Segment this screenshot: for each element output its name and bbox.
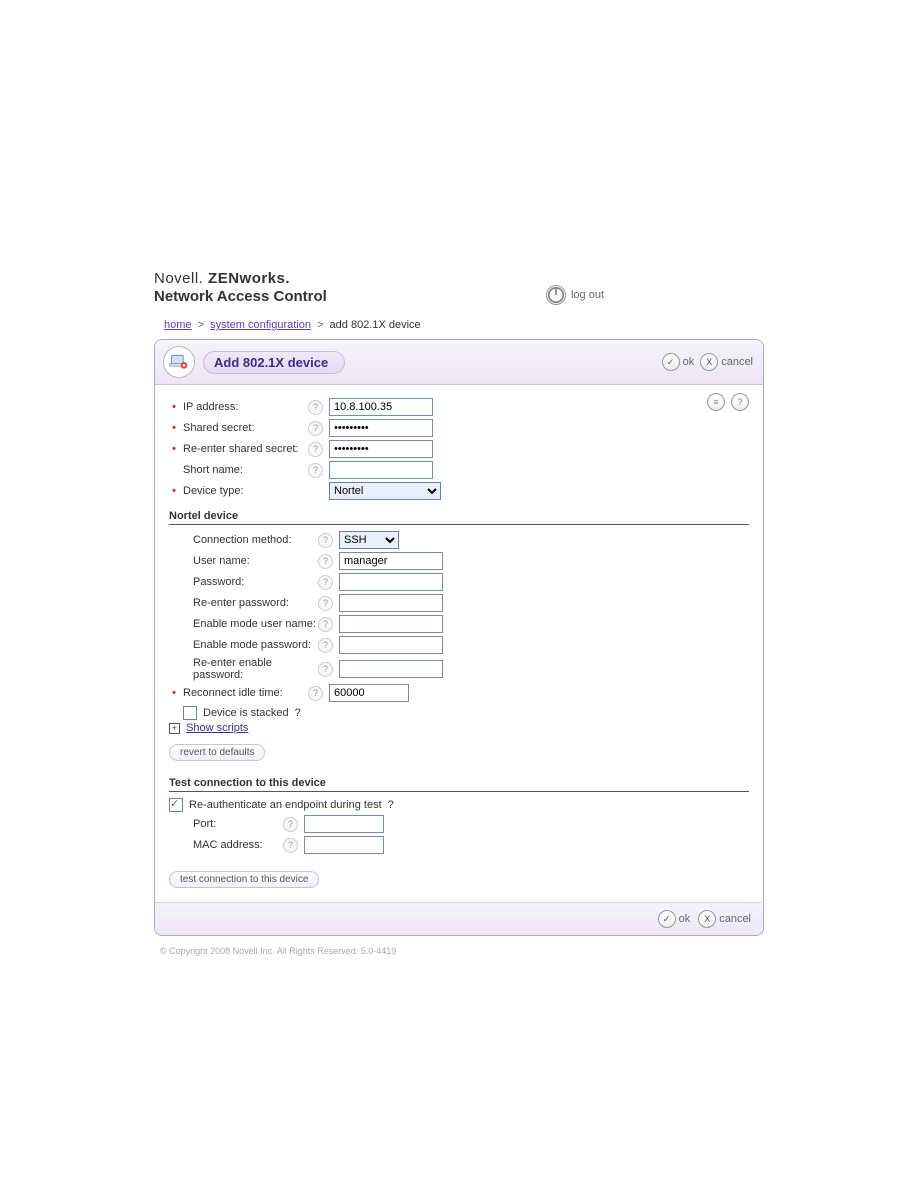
reauth-checkbox[interactable]	[169, 798, 183, 812]
reenter-enable-password-label: Re-enter enable password:	[179, 657, 318, 681]
reenter-secret-label: Re-enter shared secret:	[179, 443, 308, 455]
help-icon[interactable]: ?	[318, 617, 333, 632]
help-icon[interactable]: ?	[308, 686, 323, 701]
username-input[interactable]	[339, 552, 443, 570]
reenter-password-label: Re-enter password:	[179, 597, 318, 609]
logout-button[interactable]: log out	[546, 285, 604, 305]
enable-user-input[interactable]	[339, 615, 443, 633]
panel-footer: ✓ ok X cancel	[155, 902, 763, 935]
reenter-password-input[interactable]	[339, 594, 443, 612]
help-icon[interactable]: ?	[283, 838, 298, 853]
short-name-label: Short name:	[179, 464, 308, 476]
breadcrumb-current: add 802.1X device	[330, 319, 421, 331]
breadcrumb: home > system configuration > add 802.1X…	[154, 319, 764, 331]
help-icon[interactable]: ?	[308, 463, 323, 478]
brand-subtitle: Network Access Control	[154, 288, 764, 305]
nortel-section-title: Nortel device	[169, 510, 749, 525]
breadcrumb-system-configuration[interactable]: system configuration	[210, 319, 311, 331]
help-icon[interactable]: ?	[731, 393, 749, 411]
reconnect-idle-label: Reconnect idle time:	[179, 687, 308, 699]
device-stacked-label: Device is stacked	[203, 707, 289, 719]
short-name-input[interactable]	[329, 461, 433, 479]
logout-label: log out	[571, 289, 604, 301]
enable-password-label: Enable mode password:	[179, 639, 318, 651]
enable-password-input[interactable]	[339, 636, 443, 654]
mac-address-input[interactable]	[304, 836, 384, 854]
password-input[interactable]	[339, 573, 443, 591]
add-device-panel: Add 802.1X device ✓ ok X cancel ≡ ? •	[154, 339, 764, 936]
test-connection-button[interactable]: test connection to this device	[169, 871, 319, 888]
ok-button-top[interactable]: ✓ ok	[662, 353, 695, 371]
device-icon	[163, 346, 195, 378]
help-icon[interactable]: ?	[308, 400, 323, 415]
help-icon[interactable]: ?	[318, 533, 333, 548]
required-marker: •	[169, 422, 179, 434]
panel-header: Add 802.1X device ✓ ok X cancel	[155, 340, 763, 385]
ip-address-label: IP address:	[179, 401, 308, 413]
help-icon[interactable]: ?	[295, 707, 301, 719]
list-icon[interactable]: ≡	[707, 393, 725, 411]
ok-label: ok	[679, 913, 691, 925]
revert-defaults-button[interactable]: revert to defaults	[169, 744, 265, 761]
help-icon[interactable]: ?	[318, 575, 333, 590]
help-icon[interactable]: ?	[318, 662, 333, 677]
connection-method-label: Connection method:	[179, 534, 318, 546]
port-label: Port:	[169, 818, 283, 830]
shared-secret-input[interactable]	[329, 419, 433, 437]
reenter-secret-input[interactable]	[329, 440, 433, 458]
required-marker: •	[169, 401, 179, 413]
required-marker: •	[169, 485, 179, 497]
port-input[interactable]	[304, 815, 384, 833]
mac-address-label: MAC address:	[169, 839, 283, 851]
help-icon[interactable]: ?	[318, 554, 333, 569]
help-icon[interactable]: ?	[308, 442, 323, 457]
logout-icon	[546, 285, 566, 305]
x-icon: X	[698, 910, 716, 928]
connection-method-select[interactable]: SSH	[339, 531, 399, 549]
show-scripts-link[interactable]: Show scripts	[186, 722, 248, 734]
brand-novell: Novell.	[154, 270, 203, 287]
expand-icon[interactable]: +	[169, 723, 180, 734]
breadcrumb-home[interactable]: home	[164, 319, 192, 331]
device-stacked-checkbox[interactable]	[183, 706, 197, 720]
help-icon[interactable]: ?	[388, 799, 394, 811]
help-icon[interactable]: ?	[318, 596, 333, 611]
cancel-label: cancel	[719, 913, 751, 925]
password-label: Password:	[179, 576, 318, 588]
brand-block: Novell. ZENworks. Network Access Control	[154, 270, 764, 305]
shared-secret-label: Shared secret:	[179, 422, 308, 434]
help-icon[interactable]: ?	[283, 817, 298, 832]
x-icon: X	[700, 353, 718, 371]
cancel-button-top[interactable]: X cancel	[700, 353, 753, 371]
test-section-title: Test connection to this device	[169, 777, 749, 792]
panel-title: Add 802.1X device	[203, 351, 345, 374]
ip-address-input[interactable]	[329, 398, 433, 416]
device-type-label: Device type:	[179, 485, 308, 497]
cancel-button-bottom[interactable]: X cancel	[698, 910, 751, 928]
help-icon[interactable]: ?	[318, 638, 333, 653]
brand-zenworks: ZENworks.	[208, 270, 290, 287]
reauth-label: Re-authenticate an endpoint during test	[189, 799, 382, 811]
reenter-enable-password-input[interactable]	[339, 660, 443, 678]
ok-label: ok	[683, 356, 695, 368]
username-label: User name:	[179, 555, 318, 567]
check-icon: ✓	[658, 910, 676, 928]
cancel-label: cancel	[721, 356, 753, 368]
device-type-select[interactable]: Nortel	[329, 482, 441, 500]
help-icon[interactable]: ?	[308, 421, 323, 436]
check-icon: ✓	[662, 353, 680, 371]
copyright-text: © Copyright 2008 Novell Inc. All Rights …	[154, 946, 764, 956]
required-marker: •	[169, 443, 179, 455]
required-marker: •	[169, 687, 179, 699]
reconnect-idle-input[interactable]	[329, 684, 409, 702]
enable-user-label: Enable mode user name:	[179, 618, 318, 630]
ok-button-bottom[interactable]: ✓ ok	[658, 910, 691, 928]
